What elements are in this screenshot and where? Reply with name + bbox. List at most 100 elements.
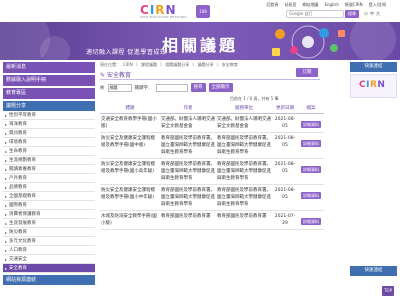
details-button[interactable]: 詳細資料: [301, 191, 321, 199]
pagination-info: 目前在 1 / 6 頁，共有 5 筆: [230, 96, 279, 101]
top-link-account[interactable]: 帳號CIRN: [345, 2, 363, 8]
page-title-text: 安全教育: [106, 72, 131, 79]
chevron-right-icon: ▸: [5, 130, 8, 136]
sidebar-item[interactable]: ▸ 全國基礎教育: [3, 192, 95, 201]
sidebar-item[interactable]: ▸ 閱讀素養教育: [3, 165, 95, 174]
sidebar-item[interactable]: ▸ 戶外教育: [3, 174, 95, 183]
top-link-english[interactable]: English: [324, 2, 338, 8]
page-banner: 相關議題 適切融入課程 促進學習成效: [0, 22, 400, 60]
breadcrumb-item[interactable]: CIRN: [123, 62, 133, 68]
sidebar-item[interactable]: ▸ 生涯規劃教育: [3, 156, 95, 165]
filter-field-select[interactable]: 標題: [107, 83, 132, 92]
sidebar-btn-manual[interactable]: 數據融入說明手冊: [3, 75, 95, 86]
sidebar-item-label: 性別平等教育: [9, 113, 37, 118]
quick-links-header: 快速連結: [350, 62, 397, 72]
cell-file: 詳細資料: [298, 184, 324, 211]
top-link-home[interactable]: 回首頁: [266, 2, 278, 8]
sidebar-item-label: 人口教育: [9, 248, 28, 253]
filter-search-button[interactable]: 搜尋: [190, 83, 206, 92]
breadcrumb-item[interactable]: 〉 課程議題: [136, 62, 157, 68]
sidebar-item[interactable]: ▸ 品德教育: [3, 183, 95, 192]
breadcrumb: 現在位置： CIRN 〉 課程議題 〉 相關議題分享 〉 議題分享 〉 安全教育: [100, 62, 238, 68]
chevron-right-icon: ▸: [5, 148, 8, 154]
sidebar-section-issues[interactable]: 議題分享: [3, 101, 95, 111]
cell-unit: 教育部國民及學前教育署: [216, 210, 272, 230]
sidebar-item-label: 資訊教育: [9, 131, 28, 136]
banner-decoration: [40, 36, 70, 60]
sidebar-item-label: 生涯規劃教育: [9, 158, 37, 163]
table-row: 防災安全及健康安全課程模組及教學手冊(國中版) 教育部國民及學前教育署。國立臺灣師…: [100, 132, 324, 159]
chevron-right-icon: ▸: [5, 265, 8, 271]
sidebar-item-label: 安全教育: [9, 266, 28, 271]
back-to-top-button[interactable]: TOP: [382, 286, 394, 296]
banner-title: 相關議題: [162, 36, 239, 55]
search-button[interactable]: 搜尋: [345, 10, 359, 18]
chevron-right-icon: ▸: [5, 157, 8, 163]
details-button[interactable]: 詳細資料: [301, 165, 321, 173]
sidebar-item[interactable]: ▸ 交通安全: [3, 255, 95, 264]
sidebar-item[interactable]: ▸ 安全教育: [3, 264, 95, 273]
table-header-row: 標題 作者 服務單位 更新日期 檔案: [100, 103, 324, 114]
chevron-right-icon: ▸: [5, 193, 8, 199]
sidebar-item-label: 交通安全: [9, 257, 28, 262]
breadcrumb-item[interactable]: 〉 議題分享: [192, 62, 213, 68]
cell-date: 2021-08-05: [272, 184, 298, 211]
cirn-link-card[interactable]: CIRN: [350, 74, 397, 98]
breadcrumb-prefix: 現在位置：: [100, 62, 120, 67]
cell-title[interactable]: 防災安全及健康安全課程模組及教學手冊(國小中年級): [100, 184, 160, 211]
font-size-medium[interactable]: 中: [370, 11, 374, 17]
chevron-right-icon: ▸: [5, 211, 8, 217]
breadcrumb-item[interactable]: 〉 相關議題分享: [160, 62, 189, 68]
sidebar-item-label: 戶外教育: [9, 176, 28, 181]
sidebar-btn-education-zone[interactable]: 教育專區: [3, 88, 95, 99]
subscribe-button[interactable]: 訂閱: [296, 68, 318, 77]
font-size-small[interactable]: 小: [364, 11, 368, 17]
top-link-office[interactable]: 站長室: [284, 2, 296, 8]
font-size-large[interactable]: 大: [376, 11, 380, 17]
sidebar-item[interactable]: ▸ 人口教育: [3, 246, 95, 255]
cell-author: 教育部國民及學前教育署: [160, 210, 216, 230]
top-link-login[interactable]: 登入/註冊: [369, 2, 386, 8]
sidebar-item[interactable]: ▸ 消費者保護教育: [3, 210, 95, 219]
col-file: 檔案: [298, 103, 324, 114]
cell-file: 詳細資料: [298, 132, 324, 159]
quick-links-section[interactable]: 快速連結: [350, 266, 397, 276]
sidebar-item[interactable]: ▸ 多元文化教育: [3, 237, 95, 246]
banner-slogan: 適切融入課程 促進學習成效: [86, 49, 167, 56]
sidebar-item[interactable]: ▸ 防災教育: [3, 228, 95, 237]
table-row: 水域及防溺安全教學手冊(國小版) 教育部國民及學前教育署 教育部國民及學前教育署 20…: [100, 210, 324, 230]
top-bar: CIRN CIRN EDUCATION NETWORK 108 回首頁 站長室 …: [0, 0, 400, 22]
details-button[interactable]: 詳細資料: [301, 120, 321, 128]
keyword-input[interactable]: [155, 83, 188, 92]
search-input[interactable]: Google 自訂: [286, 10, 344, 18]
sidebar-item[interactable]: ▸ 環境教育: [3, 138, 95, 147]
cell-title[interactable]: 水域及防溺安全教學手冊(國小版): [100, 210, 160, 230]
sidebar-item[interactable]: ▸ 性別平等教育: [3, 111, 95, 120]
sidebar-item-label: 海洋教育: [9, 122, 28, 127]
site-logo[interactable]: CIRN CIRN EDUCATION NETWORK: [140, 3, 194, 20]
sidebar-issue-list: ▸ 性別平等教育 ▸ 海洋教育 ▸ 資訊教育 ▸ 環境教育 ▸ 生命教育 ▸ 生涯規劃教育 ▸ 閱讀素養教…: [3, 111, 95, 273]
sidebar-item[interactable]: ▸ 資訊教育: [3, 129, 95, 138]
sidebar-item-label: 消費者保護教育: [9, 212, 41, 217]
sidebar-btn-news[interactable]: 最新消息: [3, 62, 95, 73]
col-unit: 服務單位: [216, 103, 272, 114]
sidebar-resource-links[interactable]: 網站資源連結: [3, 275, 95, 285]
cell-title[interactable]: 防災安全及健康安全課程模組及教學手冊(國小高年級): [100, 158, 160, 185]
cell-title[interactable]: 防災安全及健康安全課程模組及教學手冊(國中版): [100, 132, 160, 159]
filter-bar: 依 標題 關鍵字： 搜尋 全部顯示: [100, 83, 233, 92]
cell-title[interactable]: 交通安全教育教學手冊(國小版): [100, 113, 160, 133]
details-button[interactable]: 詳細資料: [301, 217, 321, 225]
cell-file: 詳細資料: [298, 113, 324, 133]
sidebar-item[interactable]: ▸ 生涯發展教育: [3, 219, 95, 228]
right-column: 快速連結 CIRN 快速連結: [350, 62, 397, 276]
sidebar-item[interactable]: ▸ 海洋教育: [3, 120, 95, 129]
top-links: 回首頁 站長室 網站地圖 English 帳號CIRN 登入/註冊: [266, 2, 386, 8]
show-all-button[interactable]: 全部顯示: [208, 83, 233, 92]
sidebar-item[interactable]: ▸ 國際教育: [3, 201, 95, 210]
table-row: 防災安全及健康安全課程模組及教學手冊(國小高年級) 教育部國民及學前教育署。國立臺…: [100, 158, 324, 185]
col-title: 標題: [100, 103, 160, 114]
sidebar-item[interactable]: ▸ 生命教育: [3, 147, 95, 156]
cell-author: 交通部。財團法人陽明交通安全文教基金會: [160, 113, 216, 133]
details-button[interactable]: 詳細資料: [301, 139, 321, 147]
top-link-sitemap[interactable]: 網站地圖: [302, 2, 318, 8]
